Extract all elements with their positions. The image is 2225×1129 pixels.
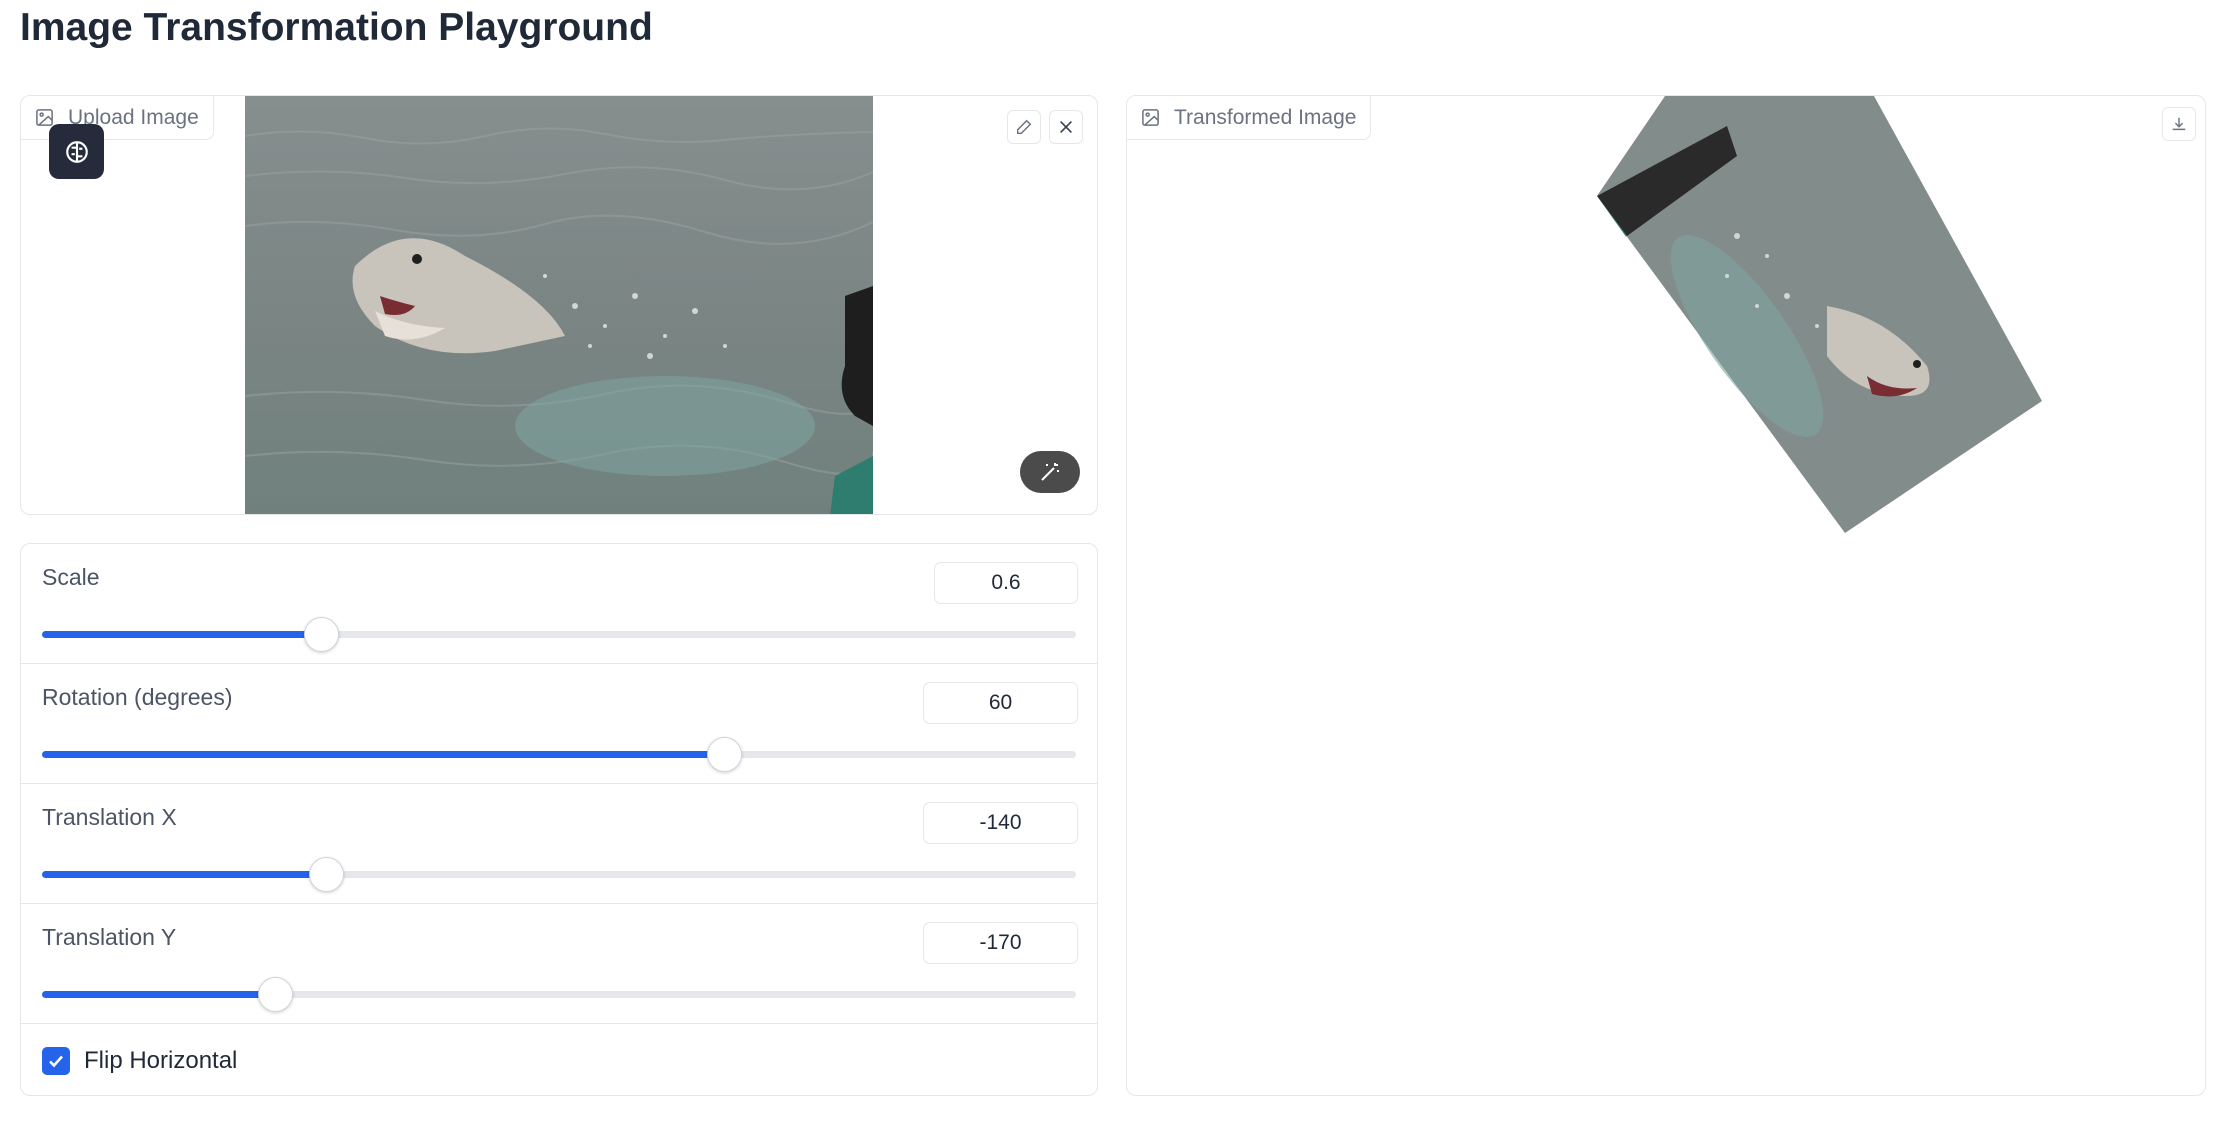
- transformed-image-label: Transformed Image: [1127, 96, 1372, 140]
- rotation-slider[interactable]: [42, 737, 1076, 772]
- pencil-icon: [1016, 119, 1032, 135]
- translation-y-slider-thumb[interactable]: [257, 977, 293, 1012]
- scale-slider-fill: [42, 631, 322, 638]
- download-button[interactable]: [2162, 107, 2196, 141]
- translation-x-number-input[interactable]: -140: [923, 802, 1078, 844]
- edit-button[interactable]: [1007, 110, 1041, 144]
- translation-x-label: Translation X: [42, 804, 177, 830]
- image-icon: [36, 109, 53, 126]
- image-icon: [1142, 109, 1159, 126]
- flip-horizontal-checkbox[interactable]: [42, 1046, 70, 1075]
- magic-wand-button[interactable]: [1020, 451, 1080, 493]
- translation-y-number-input[interactable]: -170: [923, 922, 1078, 964]
- transformed-image-panel: Transformed Image: [1126, 95, 2206, 1096]
- translation-y-slider-fill: [42, 991, 275, 998]
- translation-x-slider-thumb[interactable]: [309, 857, 345, 892]
- uploaded-shark-photo: [245, 96, 873, 514]
- translation-x-slider[interactable]: [42, 857, 1076, 892]
- rotation-label: Rotation (degrees): [42, 684, 233, 710]
- brain-icon: [65, 140, 88, 163]
- rotation-slider-thumb[interactable]: [707, 737, 743, 772]
- flip-horizontal-row[interactable]: Flip Horizontal: [21, 1024, 1097, 1095]
- translation-y-slider[interactable]: [42, 977, 1076, 1012]
- scale-number-input[interactable]: 0.6: [934, 562, 1078, 604]
- scale-slider[interactable]: [42, 617, 1076, 652]
- magic-wand-icon: [1041, 463, 1059, 481]
- translation-y-slider-row: Translation Y -170: [21, 904, 1097, 1024]
- translation-y-label: Translation Y: [42, 924, 177, 950]
- close-icon: [1060, 121, 1072, 133]
- translation-x-slider-row: Translation X -140: [21, 784, 1097, 904]
- scale-slider-row: Scale 0.6: [21, 544, 1097, 664]
- page-title: Image Transformation Playground: [20, 6, 653, 49]
- transformed-image-label-text: Transformed Image: [1174, 105, 1357, 129]
- brain-button[interactable]: [49, 124, 104, 179]
- scale-slider-thumb[interactable]: [304, 617, 340, 652]
- download-icon: [2172, 117, 2186, 131]
- check-icon: [49, 1055, 63, 1067]
- rotation-slider-row: Rotation (degrees) 60: [21, 664, 1097, 784]
- clear-button[interactable]: [1049, 110, 1083, 144]
- rotation-number-input[interactable]: 60: [923, 682, 1078, 724]
- translation-x-slider-fill: [42, 871, 327, 878]
- scale-label: Scale: [42, 564, 100, 590]
- rotation-slider-fill: [42, 751, 725, 758]
- flip-horizontal-label: Flip Horizontal: [84, 1046, 238, 1074]
- controls-panel: Scale 0.6 Rotation (degrees) 60 Translat…: [20, 543, 1098, 1096]
- transformed-shark-image: [1597, 96, 2042, 533]
- upload-image-panel[interactable]: Upload Image: [20, 95, 1098, 515]
